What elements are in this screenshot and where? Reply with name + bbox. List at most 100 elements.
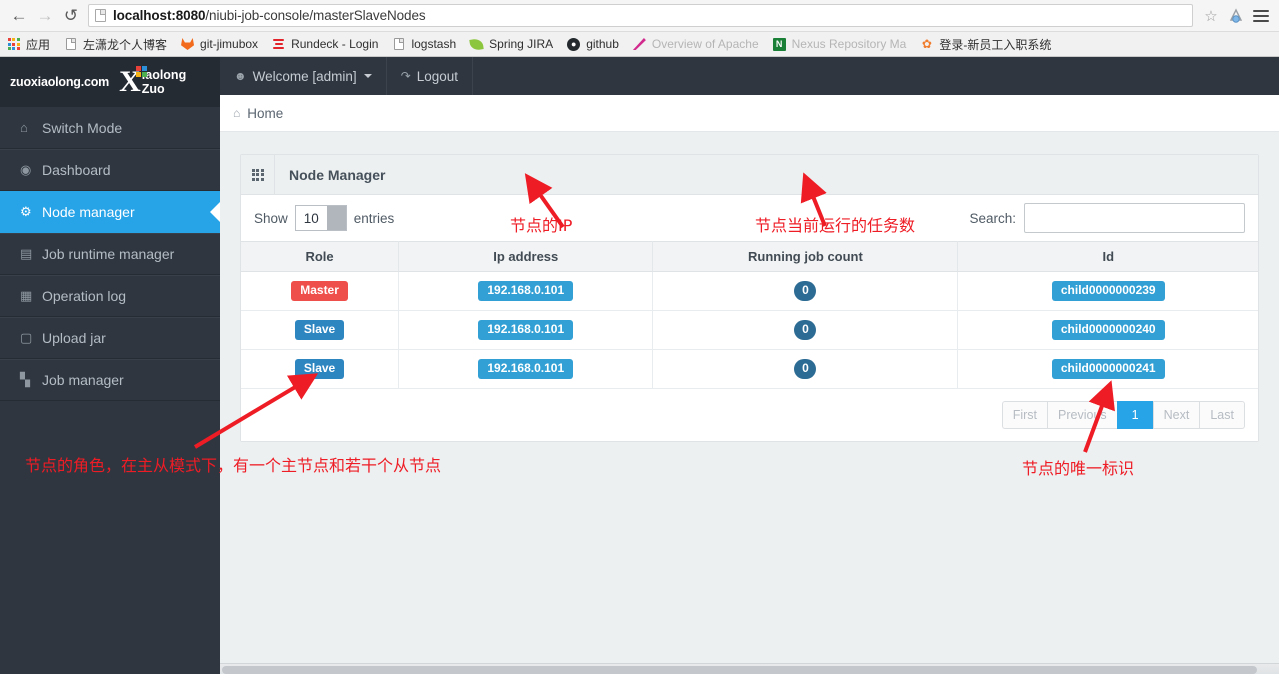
bookmark-label: 左潇龙个人博客 [83, 37, 168, 52]
gitlab-fox-icon [180, 37, 195, 52]
pagination-previous[interactable]: Previous [1047, 401, 1117, 429]
nodes-table: Role Ip address Running job count Id Mas… [241, 241, 1258, 389]
sidebar-item-label: Node manager [42, 204, 135, 220]
apache-icon [632, 37, 647, 52]
th-grid-icon[interactable] [241, 155, 275, 194]
sidebar-item-switch-mode[interactable]: ⌂ Switch Mode [0, 107, 220, 149]
sidebar-item-operation-log[interactable]: ▦ Operation log [0, 275, 220, 317]
cell-id: child0000000239 [957, 271, 1258, 311]
sidebar-item-upload-jar[interactable]: ▢ Upload jar [0, 317, 220, 359]
bar-chart-icon: ▚ [20, 372, 30, 387]
extension-icon[interactable] [1227, 7, 1245, 25]
show-label: Show [254, 210, 288, 226]
search-control: Search: [969, 203, 1245, 233]
node-id-badge: child0000000240 [1051, 319, 1165, 341]
table-row: Master 192.168.0.101 0 child0000000239 [241, 271, 1258, 311]
cell-id: child0000000241 [957, 349, 1258, 389]
bookmark-onboarding-system[interactable]: ✿ 登录-新员工入职系统 [919, 36, 1052, 53]
main-content: Node Manager Show 10 entries Search: Rol… [220, 132, 1279, 674]
brand-logo[interactable]: zuoxiaolong.com X iaolong Zuo [0, 57, 220, 107]
table-header-row: Role Ip address Running job count Id [241, 241, 1258, 272]
sidebar-item-job-runtime-manager[interactable]: ▤ Job runtime manager [0, 233, 220, 275]
running-job-count-badge: 0 [794, 358, 817, 380]
back-arrow-icon[interactable]: ← [6, 3, 32, 29]
pagination-row: First Previous 1 Next Last [241, 389, 1258, 441]
sidebar-item-label: Job manager [42, 372, 124, 388]
page-info-icon [95, 9, 106, 22]
pagination-last[interactable]: Last [1199, 401, 1245, 429]
horizontal-scrollbar[interactable] [220, 663, 1279, 674]
home-icon: ⌂ [233, 106, 241, 120]
bookmark-star-icon[interactable]: ☆ [1199, 7, 1223, 25]
document-icon [63, 37, 78, 52]
running-job-count-badge: 0 [794, 319, 817, 341]
column-header-id[interactable]: Id [957, 241, 1258, 272]
address-bar[interactable]: localhost:8080/niubi-job-console/masterS… [88, 4, 1193, 27]
nexus-icon: N [772, 37, 787, 52]
hamburger-menu-icon[interactable] [1249, 9, 1273, 22]
bookmark-label: 应用 [26, 37, 51, 52]
logout-button[interactable]: ↷ Logout [387, 57, 474, 95]
search-label: Search: [969, 210, 1016, 226]
forward-arrow-icon[interactable]: → [32, 3, 58, 29]
welcome-menu[interactable]: ☻ Welcome [admin] [220, 57, 387, 95]
sidebar-item-dashboard[interactable]: ◉ Dashboard [0, 149, 220, 191]
scrollbar-thumb[interactable] [222, 666, 1257, 674]
column-header-ip-address[interactable]: Ip address [398, 241, 654, 272]
bookmark-label: github [586, 37, 619, 51]
panel-header: Node Manager [241, 155, 1258, 195]
search-input[interactable] [1024, 203, 1245, 233]
bookmark-apps[interactable]: 应用 [6, 36, 50, 53]
cell-role: Slave [241, 310, 400, 350]
table-row: Slave 192.168.0.101 0 child0000000240 [241, 310, 1258, 350]
bookmark-label: Spring JIRA [489, 37, 554, 51]
table-toolbar: Show 10 entries Search: [241, 195, 1258, 241]
gear-icon: ⚙ [20, 204, 32, 219]
bookmark-label: 登录-新员工入职系统 [939, 37, 1052, 52]
column-header-role[interactable]: Role [241, 241, 400, 272]
page-length-control: Show 10 entries [254, 205, 394, 231]
bookmark-nexus[interactable]: N Nexus Repository Ma [772, 37, 906, 52]
bookmark-github[interactable]: ● github [566, 37, 619, 52]
github-icon: ● [566, 37, 581, 52]
node-id-badge: child0000000241 [1051, 358, 1165, 380]
pagination-page-1[interactable]: 1 [1116, 401, 1153, 429]
cell-ip-address: 192.168.0.101 [398, 271, 654, 311]
spring-leaf-icon [469, 37, 484, 52]
breadcrumb-label[interactable]: Home [247, 106, 283, 121]
sidebar-item-label: Dashboard [42, 162, 111, 178]
flower-icon: ✿ [921, 37, 932, 51]
cell-running-job-count: 0 [652, 271, 959, 311]
node-manager-panel: Node Manager Show 10 entries Search: Rol… [240, 154, 1259, 442]
sidebar-item-node-manager[interactable]: ⚙ Node manager [0, 191, 220, 233]
page-length-select[interactable]: 10 [294, 205, 347, 231]
sidebar-nav: ⌂ Switch Mode ◉ Dashboard ⚙ Node manager… [0, 107, 220, 401]
ip-badge: 192.168.0.101 [478, 280, 574, 302]
bookmark-apache[interactable]: Overview of Apache [632, 37, 759, 52]
sidebar-item-job-manager[interactable]: ▚ Job manager [0, 359, 220, 401]
column-header-running-job-count[interactable]: Running job count [652, 241, 959, 272]
sidebar-item-label: Operation log [42, 288, 127, 304]
pagination-first[interactable]: First [1001, 401, 1048, 429]
bookmark-logstash[interactable]: logstash [391, 37, 456, 52]
bookmark-rundeck[interactable]: Rundeck - Login [271, 37, 378, 52]
cell-role: Master [241, 271, 400, 311]
url-path: /niubi-job-console/masterSlaveNodes [205, 8, 426, 23]
bookmark-git-jimubox[interactable]: git-jimubox [180, 37, 258, 52]
reload-icon[interactable]: ↺ [58, 3, 84, 29]
briefcase-icon: ▤ [20, 246, 33, 261]
panel-title: Node Manager [289, 166, 386, 183]
app-viewport: zuoxiaolong.com X iaolong Zuo ⌂ Switch M… [0, 57, 1279, 674]
chevron-down-icon [363, 74, 372, 78]
pagination-next[interactable]: Next [1152, 401, 1200, 429]
table-head: Role Ip address Running job count Id [241, 241, 1258, 272]
pagination: First Previous 1 Next Last [1001, 401, 1245, 429]
table-body: Master 192.168.0.101 0 child0000000239 S… [241, 271, 1258, 389]
sidebar-item-label: Switch Mode [42, 119, 123, 136]
bookmark-blog[interactable]: 左潇龙个人博客 [63, 36, 167, 53]
bookmark-spring-jira[interactable]: Spring JIRA [469, 37, 553, 52]
bookmark-label: Rundeck - Login [291, 37, 379, 51]
sidebar-item-label: Job runtime manager [42, 246, 175, 262]
bookmark-label: Overview of Apache [651, 37, 759, 51]
apps-grid-icon [6, 37, 21, 52]
